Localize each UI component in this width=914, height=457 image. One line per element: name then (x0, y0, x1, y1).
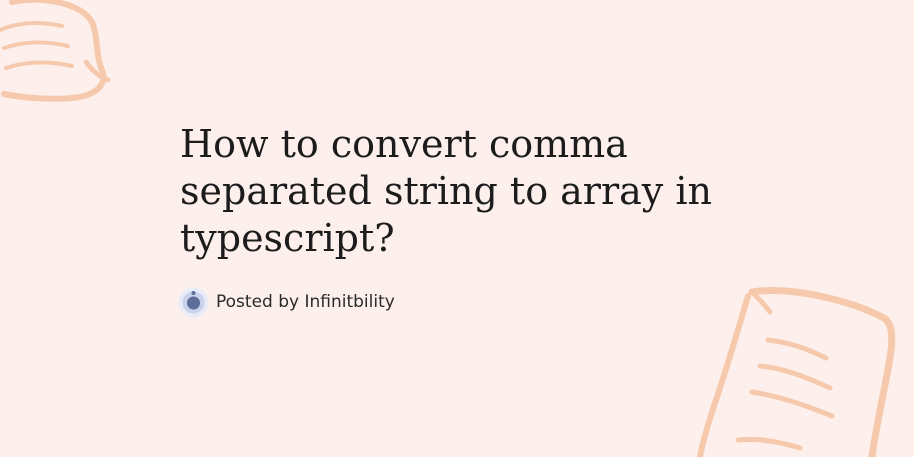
avatar-icon (178, 287, 209, 317)
note-sketch-icon (0, 0, 111, 102)
author-row: Posted by Infinitbility (178, 286, 395, 318)
author-byline: Posted by Infinitbility (216, 292, 395, 312)
note-sketch-icon (697, 287, 896, 457)
post-title: How to convert comma separated string to… (180, 122, 712, 260)
avatar (178, 287, 209, 318)
post-card: How to convert comma separated string to… (0, 0, 914, 457)
